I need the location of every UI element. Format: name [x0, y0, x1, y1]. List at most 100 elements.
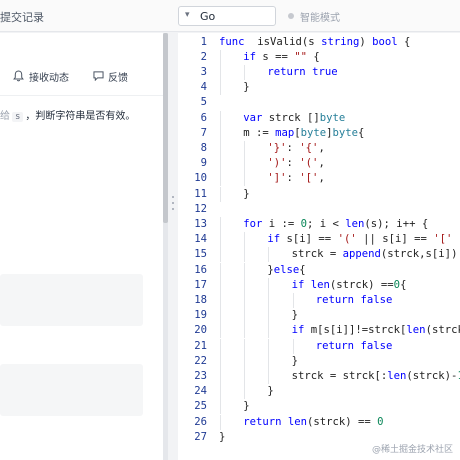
code-line[interactable]: 15 strck = append(strck,s[i]) — [178, 247, 460, 263]
feedback-button[interactable]: 反馈 — [108, 69, 128, 84]
panel-splitter[interactable] — [169, 33, 178, 460]
code-line[interactable]: 21 return false — [178, 338, 460, 354]
line-number: 22 — [194, 354, 207, 367]
inline-code: s — [12, 112, 24, 122]
indent-guide — [244, 292, 246, 309]
code-text: } — [243, 399, 249, 414]
code-text: } — [267, 384, 273, 399]
code-line[interactable]: 6 var strck []byte — [178, 110, 460, 126]
code-token: : — [286, 172, 300, 185]
feedback-icon[interactable] — [93, 71, 104, 81]
code-editor[interactable]: 1 func isValid(s string) bool {2 if s == "… — [178, 33, 460, 460]
indent-guide — [244, 277, 246, 293]
indent-guide — [220, 49, 221, 65]
indent-guide — [220, 323, 221, 339]
line-number: 14 — [194, 233, 207, 246]
indent-guide — [244, 140, 246, 157]
line-number: 23 — [194, 369, 207, 382]
indent-guide — [244, 338, 246, 354]
code-line[interactable]: 23 strck = strck[:len(strck)-1] — [178, 368, 460, 385]
code-token: i := — [262, 217, 301, 230]
bell-icon[interactable] — [13, 70, 24, 82]
code-line[interactable]: 3 return true — [178, 64, 460, 81]
code-line[interactable]: 22} — [178, 353, 460, 369]
line-number: 21 — [194, 339, 207, 352]
code-token: { — [397, 35, 411, 48]
code-line[interactable]: 1 func isValid(s string) bool { — [178, 35, 460, 50]
code-line[interactable]: 2 if s == "" { — [178, 49, 460, 65]
code-token: strck = — [291, 248, 343, 261]
language-select-value: Go — [200, 10, 216, 23]
code-token: func — [219, 35, 245, 48]
language-select[interactable]: ▾ Go — [178, 6, 276, 26]
indent-guide — [220, 353, 221, 369]
code-line[interactable]: 8 '}': '{', — [178, 140, 460, 157]
code-token: if — [243, 50, 256, 63]
code-line[interactable]: 5 — [178, 95, 460, 110]
code-token: "" — [294, 50, 307, 63]
code-token: len — [406, 324, 426, 337]
smart-mode-label[interactable]: 智能模式 — [300, 9, 340, 24]
code-line[interactable]: 10 ']': '[', — [178, 171, 460, 187]
code-token: len — [310, 278, 330, 291]
code-line[interactable]: 20 if m[s[i]]!=strck[len(strck) — [178, 323, 460, 339]
code-token: return — [315, 339, 355, 352]
code-line[interactable]: 11} — [178, 186, 460, 202]
code-token: false — [360, 293, 393, 306]
code-line[interactable]: 19} — [178, 308, 460, 324]
code-token: (strck) — [425, 324, 460, 337]
code-token: bool — [372, 35, 398, 48]
code-token: 0 — [377, 415, 384, 428]
indent-guide — [268, 353, 270, 369]
code-line[interactable]: 24} — [178, 384, 460, 400]
code-token: , — [318, 172, 325, 185]
code-token: (strck) == — [307, 415, 378, 428]
code-line[interactable]: 14 if s[i] == '(' || s[i] == '[' || — [178, 232, 460, 248]
line-number: 18 — [194, 293, 207, 306]
indent-guide — [220, 232, 221, 248]
code-token: s[i] == — [280, 233, 338, 246]
code-text: strck = append(strck,s[i]) — [292, 247, 458, 262]
line-number: 7 — [200, 126, 207, 139]
code-token: false — [360, 339, 393, 352]
indent-guide — [268, 368, 270, 385]
code-text: return false — [316, 339, 393, 354]
code-line[interactable]: 7 m := map[byte]byte{ — [178, 125, 460, 141]
drag-handle-icon[interactable] — [172, 196, 175, 218]
code-token: } — [291, 354, 298, 367]
code-line[interactable]: 9 ')': '(', — [178, 156, 460, 172]
code-text: } — [292, 308, 298, 323]
code-line[interactable]: 16}else{ — [178, 262, 460, 278]
code-text: '}': '{', — [267, 141, 324, 156]
smart-mode-toggle-dot[interactable] — [288, 13, 294, 19]
code-text: } — [243, 80, 249, 95]
code-line[interactable]: 25} — [178, 399, 460, 415]
code-line[interactable]: 13 for i := 0; i < len(s); i++ { — [178, 216, 460, 233]
code-line[interactable]: 26 return len(strck) == 0 — [178, 414, 460, 430]
code-token: '}' — [267, 141, 287, 154]
code-line[interactable]: 17 if len(strck) ==0{ — [178, 277, 460, 293]
indent-guide — [268, 277, 270, 293]
code-token: return — [267, 65, 306, 78]
code-line[interactable]: 18 return false — [178, 292, 460, 309]
code-token: len — [287, 415, 307, 428]
code-token: { — [307, 50, 320, 63]
indent-guide — [220, 171, 221, 187]
tab-submissions[interactable]: 提交记录 — [0, 9, 44, 25]
line-number: 27 — [194, 430, 207, 443]
code-line[interactable]: 12 — [178, 202, 460, 217]
code-line[interactable]: 4} — [178, 80, 460, 96]
desc-prefix: 给 — [0, 111, 10, 122]
line-number: 12 — [194, 202, 207, 215]
code-text: return false — [316, 293, 393, 308]
code-token: ']' — [267, 172, 287, 185]
indent-guide — [244, 353, 246, 369]
left-scrollbar-thumb[interactable] — [163, 33, 168, 223]
line-number: 24 — [194, 385, 207, 398]
indent-guide — [220, 186, 221, 202]
line-number: 25 — [194, 400, 207, 413]
subscribe-button[interactable]: 接收动态 — [29, 69, 69, 84]
code-token: } — [243, 187, 250, 200]
indent-guide — [244, 64, 246, 81]
code-token: if — [267, 233, 281, 246]
